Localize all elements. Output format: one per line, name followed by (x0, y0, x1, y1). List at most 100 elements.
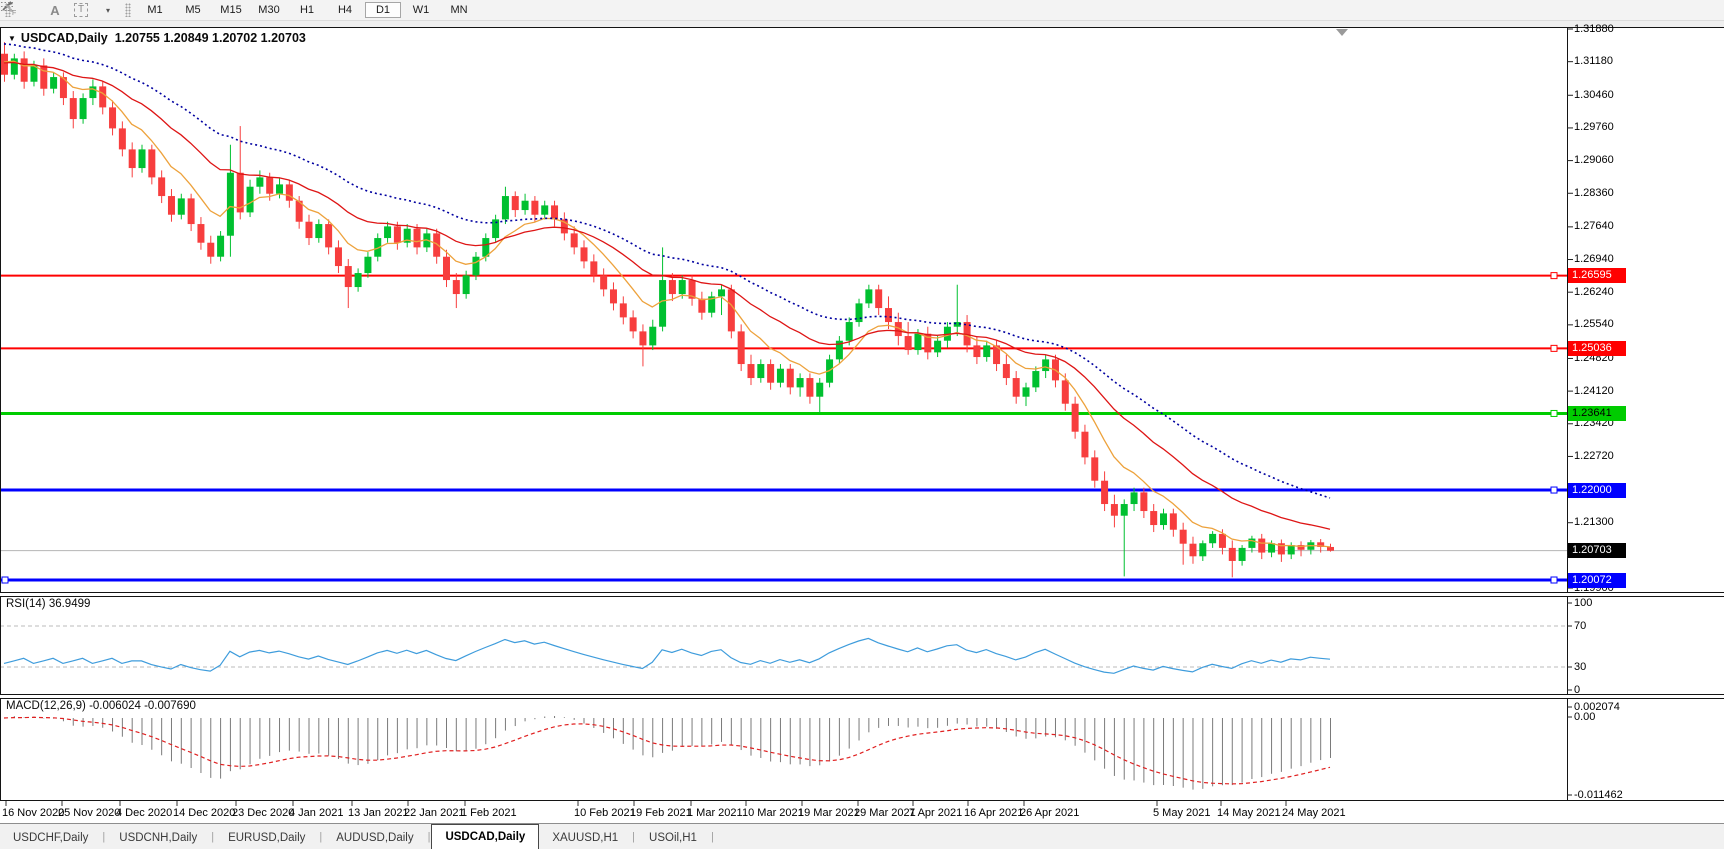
candle-body (1110, 504, 1118, 516)
candle-body (1012, 378, 1020, 397)
hline-price-badge: 1.23641 (1568, 405, 1626, 421)
candle-body (1258, 538, 1266, 553)
candle-body (40, 65, 48, 89)
macd-layer (3, 715, 1331, 790)
candle-body (590, 261, 598, 276)
candle-body (344, 266, 352, 288)
candle-body (609, 289, 617, 304)
rsi-layer (1, 625, 1567, 674)
candle-body (1071, 403, 1079, 432)
axis-ticks-layer (5, 28, 1573, 806)
candle-body (315, 224, 323, 239)
candle-body (109, 107, 117, 129)
candle-body (983, 345, 991, 358)
candle-body (531, 200, 539, 215)
candle-body (1238, 547, 1246, 561)
candle-body (668, 280, 676, 295)
candle-body (1130, 492, 1138, 505)
candle-body (177, 198, 185, 215)
candle-body (1228, 547, 1236, 561)
candle-body (158, 177, 166, 197)
candle-body (786, 368, 794, 388)
candle-body (1, 53, 8, 75)
candle-body (1169, 513, 1177, 530)
candle-body (452, 280, 460, 295)
candle-body (776, 368, 784, 383)
candle-body (501, 196, 509, 220)
line-handle (1550, 272, 1558, 280)
candle-body (462, 275, 470, 295)
candle-body (256, 177, 264, 187)
candle-body (737, 331, 745, 365)
hline-price-badge: 1.22000 (1568, 482, 1626, 498)
candle-body (364, 256, 372, 274)
candle-body (226, 172, 234, 236)
candle-body (217, 235, 225, 257)
candle-body (1218, 533, 1226, 548)
candle-body (1101, 480, 1109, 505)
candle-body (1022, 387, 1030, 397)
candle-body (1268, 543, 1276, 553)
candle-body (580, 247, 588, 262)
line-handle (1550, 576, 1558, 584)
candle-body (334, 247, 342, 267)
candle-body (904, 336, 912, 351)
candle-body (1140, 492, 1148, 512)
candle-body (305, 221, 313, 239)
candle-body (541, 205, 549, 215)
candle-body (276, 184, 284, 194)
candle-body (659, 280, 667, 327)
candle-body (698, 298, 706, 313)
candle-body (1150, 511, 1158, 526)
candle-body (806, 378, 814, 397)
horizontal-lines-layer (1, 272, 1567, 584)
candle-body (757, 364, 765, 379)
mt4-terminal: { "toolbar": { "tools": [ {"name": "fibo… (0, 0, 1724, 849)
candle-body (1042, 359, 1050, 372)
candle-body (266, 177, 274, 194)
candle-body (167, 196, 175, 215)
candle-body (325, 224, 333, 248)
candle-body (187, 198, 195, 225)
candle-body (1199, 543, 1207, 557)
candle-body (1189, 543, 1197, 557)
candle-body (551, 205, 559, 220)
candle-body (442, 256, 450, 281)
candle-body (1326, 546, 1334, 551)
candle-body (914, 333, 922, 351)
candle-body (413, 228, 421, 248)
candle-body (207, 242, 215, 257)
hline-price-badge: 1.26595 (1568, 268, 1626, 284)
candle-body (1091, 457, 1099, 481)
candle-body (649, 326, 657, 346)
ma-fast-line (3, 60, 1331, 548)
candle-body (197, 224, 205, 243)
ma-slow-line (3, 43, 1331, 499)
candle-body (472, 256, 480, 276)
line-handle (1550, 409, 1558, 417)
candle-body (639, 331, 647, 346)
candle-body (884, 308, 892, 323)
candle-body (816, 382, 824, 397)
candle-body (796, 378, 804, 388)
candle-body (767, 364, 775, 383)
candle-body (384, 226, 392, 239)
candle-body (1160, 513, 1168, 526)
candle-body (973, 345, 981, 358)
macd-signal-line (3, 716, 1331, 785)
candle-body (1179, 529, 1187, 544)
candle-body (718, 289, 726, 297)
candle-body (629, 317, 637, 332)
line-handle (1, 576, 9, 584)
candle-body (148, 149, 156, 178)
chart-canvas[interactable] (0, 0, 1724, 849)
ma-mid-line (3, 61, 1331, 530)
candle-body (511, 196, 519, 211)
candle-body (128, 149, 136, 169)
moving-averages-layer (3, 43, 1331, 548)
candle-body (678, 280, 686, 295)
candle-body (99, 86, 107, 108)
candle-body (69, 98, 77, 120)
candles-layer (1, 42, 1334, 578)
candle-body (79, 98, 87, 120)
